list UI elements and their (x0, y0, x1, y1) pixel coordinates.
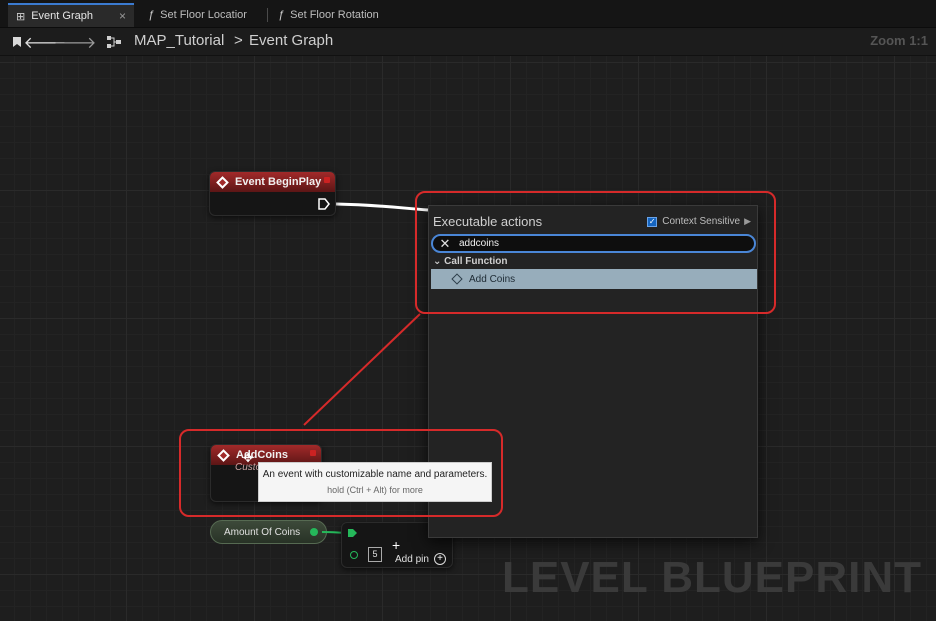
add-pin-label[interactable]: Add pin (395, 554, 429, 565)
int-input-pin[interactable] (350, 551, 358, 559)
plus-icon: + (392, 537, 401, 553)
highlight-box-action-menu (415, 191, 776, 314)
exec-input-pin[interactable] (347, 528, 359, 538)
highlight-box-add-coins (179, 429, 503, 517)
value-field[interactable]: 5 (368, 547, 382, 562)
add-pin-icon[interactable]: + (434, 553, 446, 565)
